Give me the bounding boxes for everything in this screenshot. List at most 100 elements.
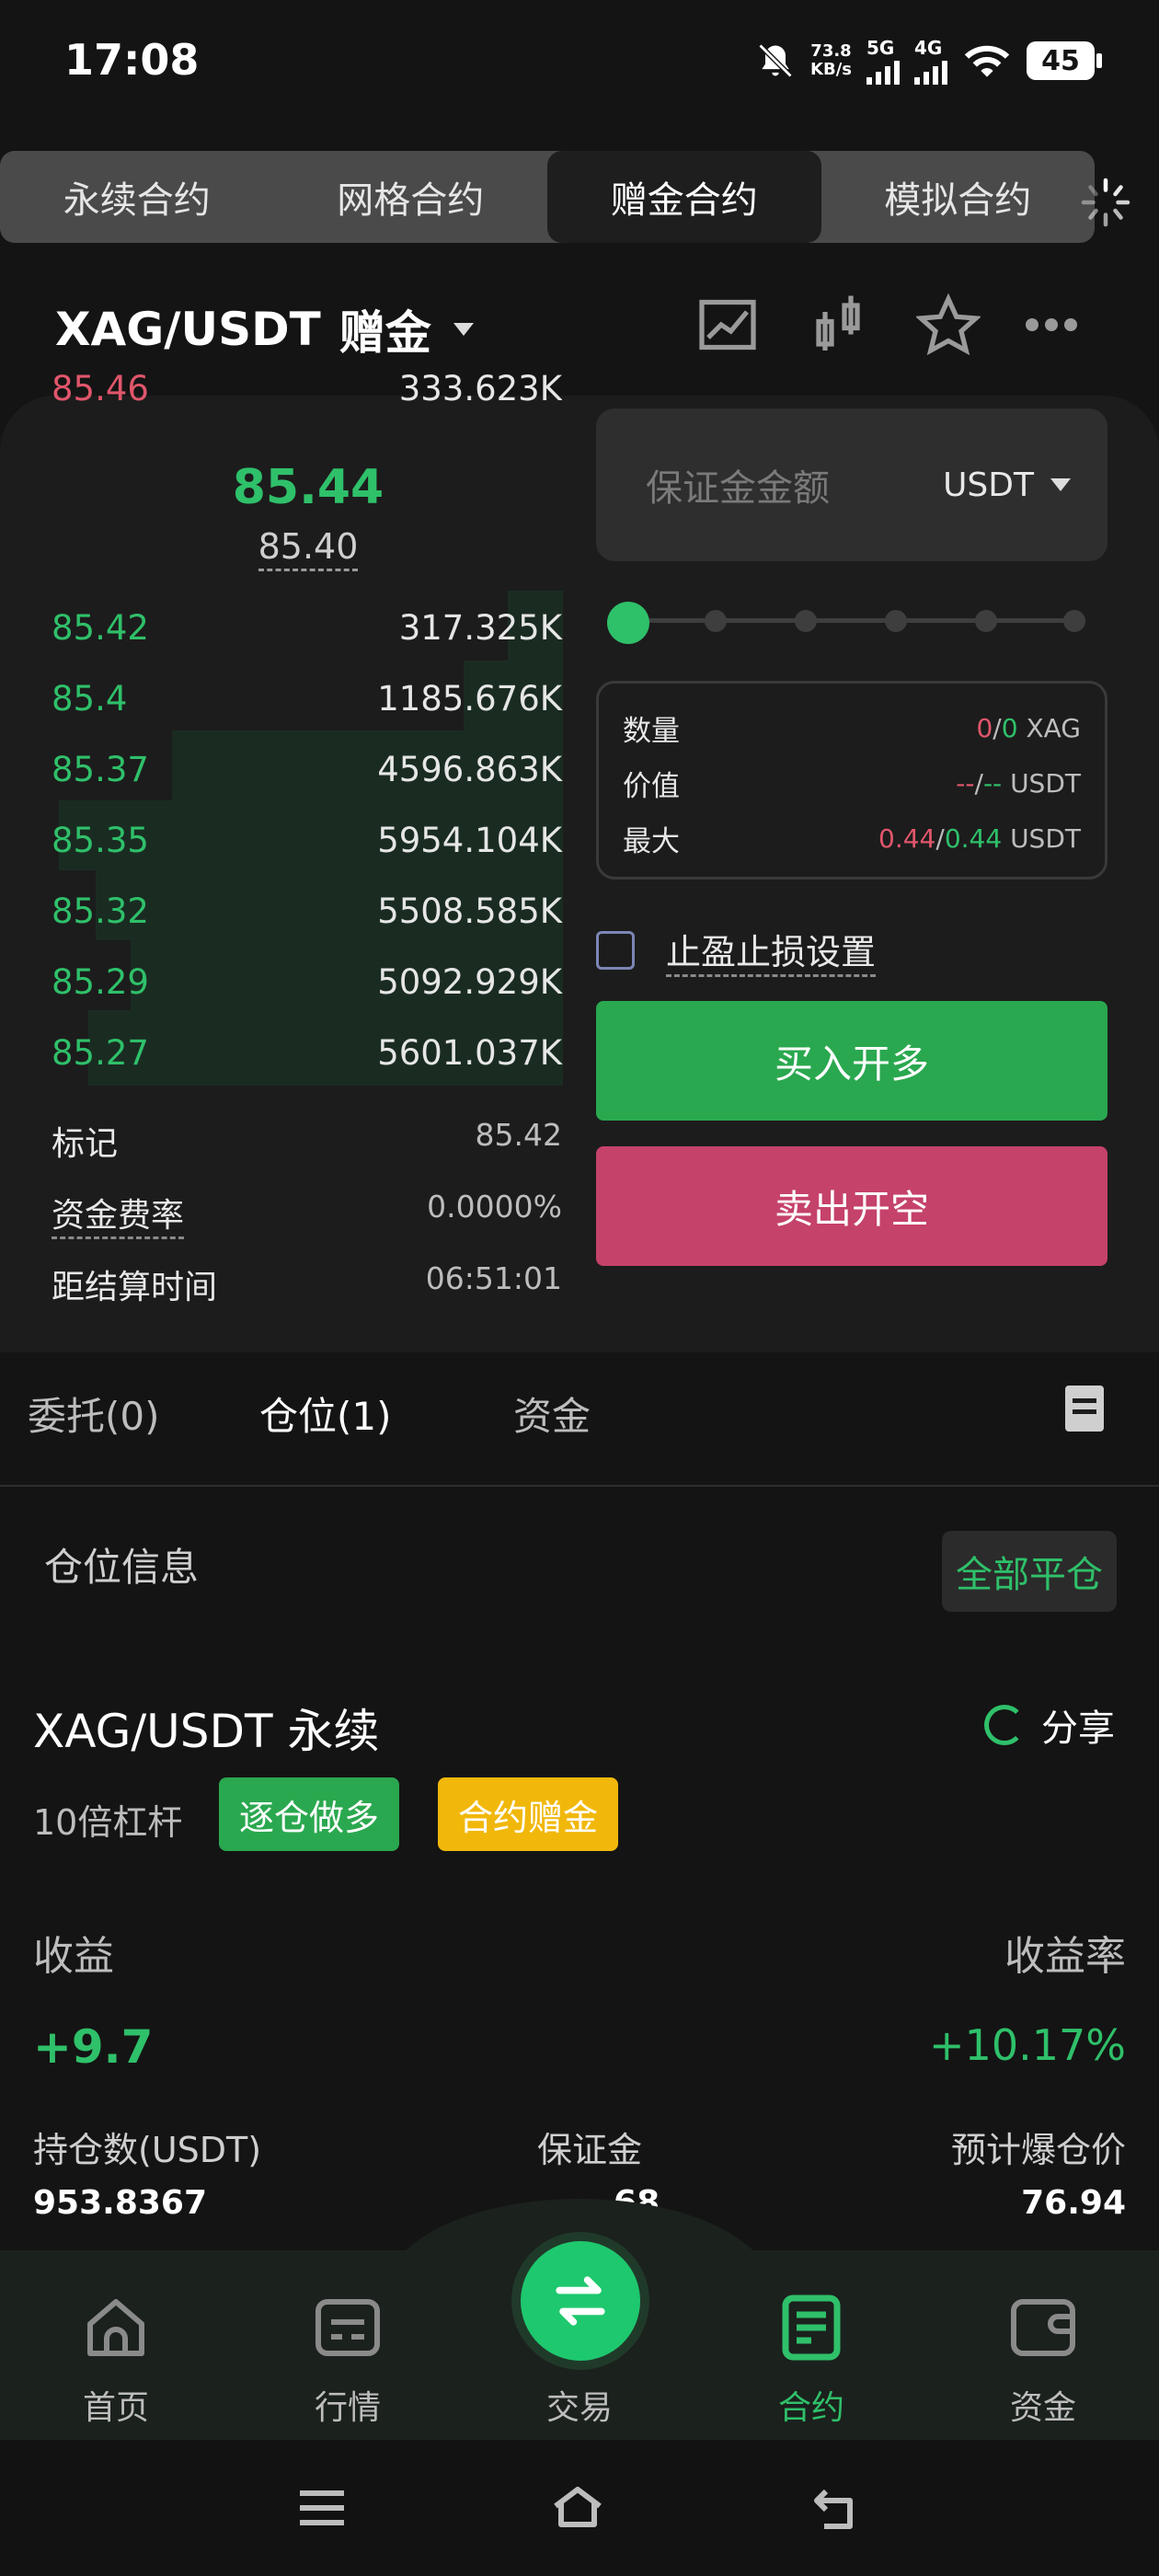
more-icon[interactable] <box>1019 293 1084 357</box>
tab-bonus[interactable]: 赠金合约 <box>547 151 821 243</box>
value-unit: USDT <box>1010 767 1081 799</box>
tpsl-checkbox[interactable] <box>596 931 635 970</box>
slider-handle[interactable] <box>607 602 649 644</box>
position-size-label: 持仓数(USDT) <box>33 2130 262 2170</box>
status-time: 17:08 <box>64 35 200 85</box>
nav-contract[interactable]: 合约 <box>747 2291 876 2429</box>
share-button[interactable]: 分享 <box>984 1698 1115 1752</box>
max-unit: USDT <box>1010 822 1081 854</box>
nav-market[interactable]: 行情 <box>283 2291 412 2429</box>
qty-short: 0 <box>1001 712 1018 743</box>
bid-row[interactable]: 85.4 1185.676K <box>52 671 562 726</box>
slider-step[interactable] <box>705 610 727 632</box>
qty-label: 数量 <box>623 714 680 748</box>
net-speed-unit: KB/s <box>810 60 852 79</box>
buy-long-button[interactable]: 买入开多 <box>596 1001 1107 1121</box>
bid-row[interactable]: 85.35 5954.104K <box>52 812 562 868</box>
bid-qty: 1185.676K <box>377 678 562 719</box>
max-label: 最大 <box>623 824 680 858</box>
position-mode-badge: 逐仓做多 <box>219 1777 400 1851</box>
tab-demo[interactable]: 模拟合约 <box>821 151 1096 243</box>
position-title: XAG/USDT 永续 <box>33 1705 380 1758</box>
nav-trade[interactable] <box>521 2241 640 2361</box>
funding-rate-row[interactable]: 资金费率 0.0000% <box>52 1189 562 1239</box>
nav-contract-label: 合约 <box>777 2389 844 2427</box>
divider <box>0 1485 1159 1487</box>
line-chart-icon[interactable] <box>695 293 760 357</box>
bid-qty: 5954.104K <box>377 820 562 860</box>
home-nav-icon[interactable] <box>550 2480 605 2536</box>
bid-row[interactable]: 85.37 4596.863K <box>52 742 562 797</box>
slider-step[interactable] <box>1063 610 1085 632</box>
roe-value: +10.17% <box>929 2020 1126 2070</box>
bid-row[interactable]: 85.27 5601.037K <box>52 1025 562 1080</box>
market-icon <box>316 2299 380 2356</box>
margin-amount-input[interactable]: 保证金金额 USDT <box>596 408 1107 561</box>
nav-home[interactable]: 首页 <box>52 2291 180 2429</box>
signal-4g-label: 4G <box>914 37 943 59</box>
qty-unit: XAG <box>1026 712 1081 743</box>
margin-slider[interactable] <box>607 602 1095 644</box>
value-label: 价值 <box>623 769 680 803</box>
mark-price: 85.40 <box>0 526 616 571</box>
settle-value: 06:51:01 <box>425 1260 562 1296</box>
loading-spinner-icon <box>1081 178 1130 227</box>
menu-icon[interactable] <box>294 2480 350 2536</box>
bid-row[interactable]: 85.42 317.325K <box>52 600 562 655</box>
pair-selector[interactable]: XAG/USDT 赠金 <box>55 296 474 362</box>
liq-price-label: 预计爆仓价 <box>950 2130 1126 2170</box>
close-all-button[interactable]: 全部平仓 <box>942 1531 1117 1612</box>
tab-positions[interactable]: 仓位(1) <box>259 1386 392 1442</box>
chevron-down-icon <box>1050 478 1071 491</box>
tpsl-toggle[interactable]: 止盈止损设置 <box>596 924 877 977</box>
contract-icon <box>782 2294 841 2361</box>
pair-mode: 赠金 <box>339 306 431 360</box>
value-value: --/-- USDT <box>956 768 1081 799</box>
tab-perpetual[interactable]: 永续合约 <box>0 151 274 243</box>
signal-4g-icon: 4G <box>914 37 947 85</box>
swap-icon <box>556 2276 605 2326</box>
bid-price: 85.29 <box>52 961 149 1002</box>
slider-step[interactable] <box>885 610 907 632</box>
last-price: 85.44 <box>232 460 384 515</box>
max-value: 0.44/0.44 USDT <box>878 823 1081 854</box>
tab-grid[interactable]: 网格合约 <box>274 151 548 243</box>
star-icon[interactable] <box>916 293 981 357</box>
order-summary: 数量 0/0 XAG 价值 --/-- USDT 最大 0.44/0.44 US… <box>596 681 1107 880</box>
bid-qty: 317.325K <box>398 607 562 648</box>
sell-short-button[interactable]: 卖出开空 <box>596 1146 1107 1266</box>
bid-price: 85.37 <box>52 749 149 789</box>
candlestick-icon[interactable] <box>806 293 870 357</box>
margin-placeholder: 保证金金额 <box>646 467 830 510</box>
document-icon[interactable] <box>1065 1386 1104 1432</box>
slider-step[interactable] <box>795 610 817 632</box>
nav-trade-label: 交易 <box>545 2389 613 2427</box>
contract-type-tabs: 永续合约 网格合约 赠金合约 模拟合约 <box>0 151 1095 243</box>
bid-qty: 4596.863K <box>377 749 562 789</box>
home-icon <box>87 2299 144 2356</box>
mark-price-row: 标记 85.42 <box>52 1117 562 1165</box>
ask-price: 85.46 <box>52 372 149 408</box>
bid-row[interactable]: 85.32 5508.585K <box>52 883 562 938</box>
tab-funds[interactable]: 资金 <box>513 1386 591 1442</box>
status-icons: 73.8 KB/s 5G 4G 45 <box>755 37 1102 85</box>
bid-row[interactable]: 85.29 5092.929K <box>52 954 562 1009</box>
value-row: 价值 --/-- USDT <box>623 755 1081 811</box>
mark-value: 85.42 <box>475 1117 562 1153</box>
leverage-label: 10倍杠杆 <box>33 1802 183 1843</box>
nav-wallet[interactable]: 资金 <box>979 2291 1107 2429</box>
tab-orders[interactable]: 委托(0) <box>28 1386 160 1442</box>
liq-price-value: 76.94 <box>1021 2184 1126 2222</box>
bid-price: 85.35 <box>52 820 149 860</box>
back-icon[interactable] <box>809 2480 865 2536</box>
slider-step[interactable] <box>975 610 997 632</box>
value-sep: / <box>974 767 983 799</box>
margin-unit-select[interactable]: USDT <box>943 466 1071 504</box>
max-sep: / <box>935 822 945 854</box>
bid-price: 85.4 <box>52 678 128 719</box>
signal-5g-icon: 5G <box>866 37 900 85</box>
qty-sep: / <box>993 712 1002 743</box>
share-label: 分享 <box>1041 1708 1115 1750</box>
funding-value: 0.0000% <box>427 1189 562 1225</box>
margin-label: 保证金 <box>537 2130 643 2170</box>
